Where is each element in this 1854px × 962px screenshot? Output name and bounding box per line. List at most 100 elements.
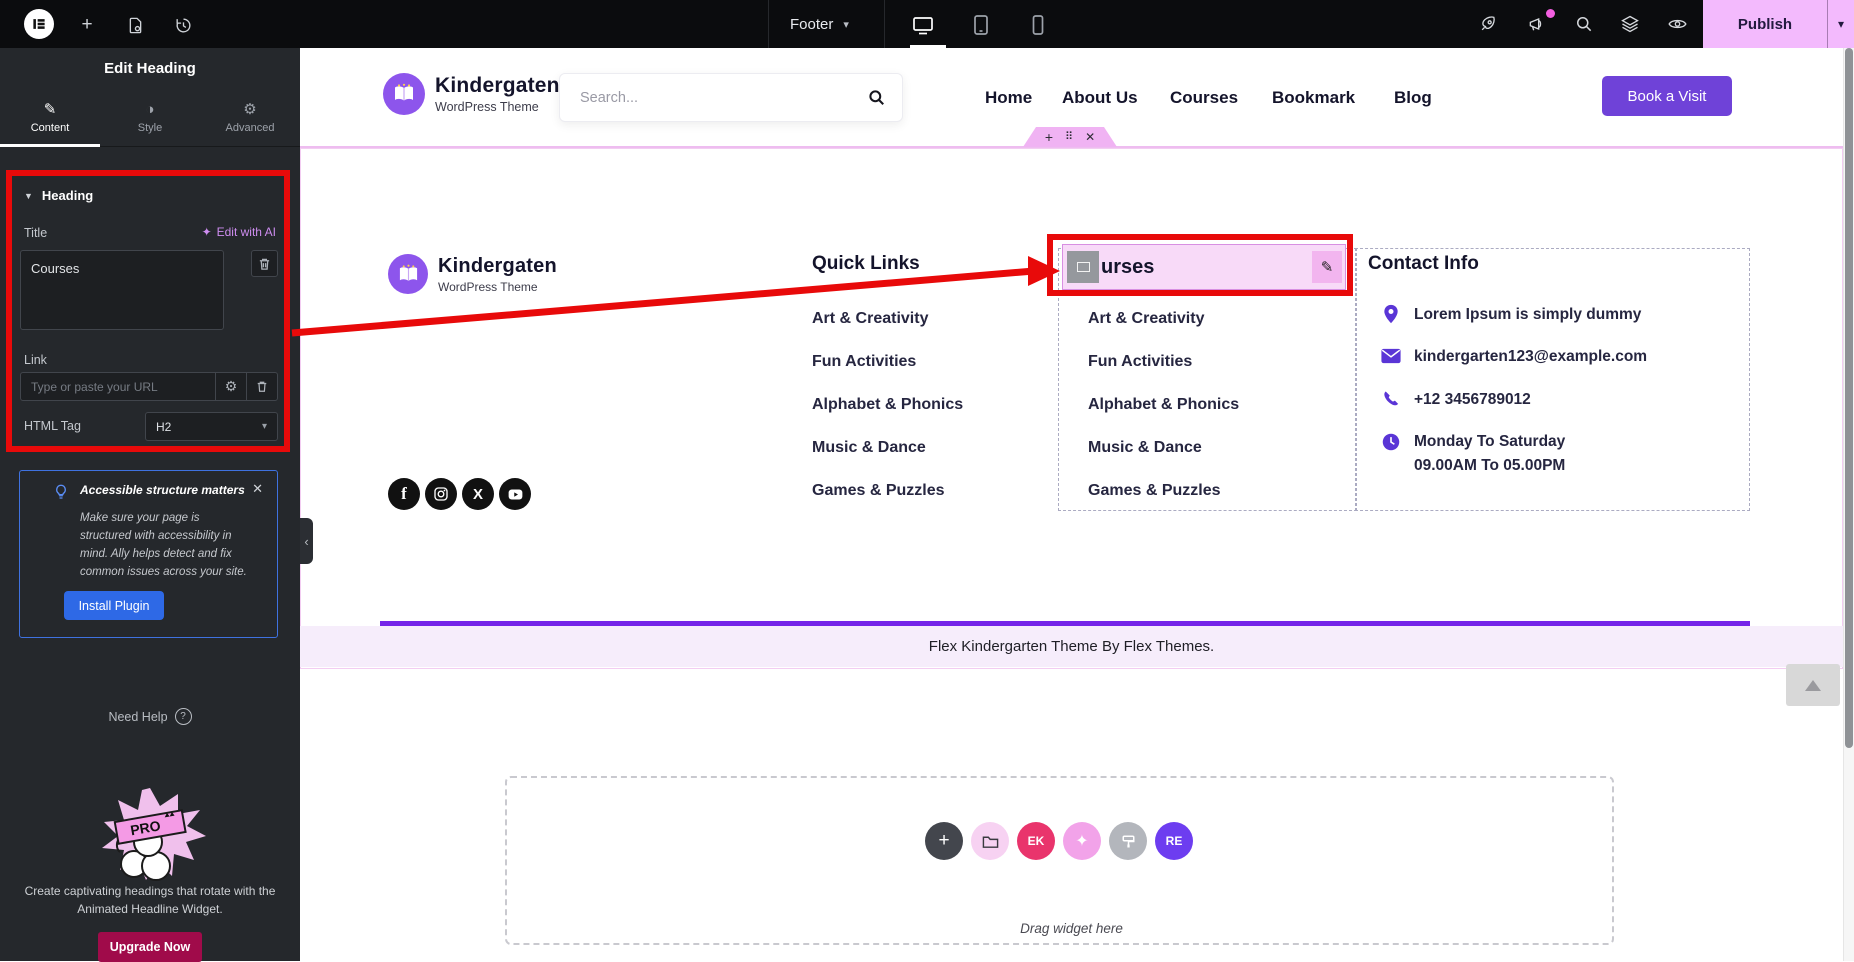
- instagram-icon[interactable]: [425, 478, 457, 510]
- title-trash-button[interactable]: [251, 250, 278, 277]
- title-input[interactable]: Courses: [20, 250, 224, 330]
- tab-advanced[interactable]: ⚙ Advanced: [200, 90, 300, 146]
- footer-link[interactable]: Art & Creativity: [1088, 310, 1204, 328]
- footer-link[interactable]: Art & Creativity: [812, 310, 928, 328]
- drag-widget-drop-zone[interactable]: [505, 776, 1614, 945]
- ai-sparkle-icon: ✦: [201, 225, 212, 239]
- upgrade-now-button[interactable]: Upgrade Now: [98, 932, 202, 962]
- footer-link[interactable]: Alphabet & Phonics: [812, 396, 963, 414]
- royal-addons-logo: RE: [1165, 834, 1183, 848]
- section-handle: + ⠿ ✕: [1023, 127, 1117, 147]
- link-url-input[interactable]: [21, 373, 215, 400]
- tab-content[interactable]: ✎ Content: [0, 90, 100, 147]
- preview-scrollbar-thumb[interactable]: [1845, 48, 1853, 748]
- phone-icon: [1384, 391, 1399, 406]
- contact-email[interactable]: kindergarten123@example.com: [1414, 348, 1647, 366]
- heading-section-toggle[interactable]: ▼ Heading: [24, 188, 93, 203]
- pencil-icon: ✎: [43, 101, 57, 118]
- quick-links-heading[interactable]: Quick Links: [812, 253, 920, 275]
- add-section-icon[interactable]: +: [1045, 130, 1053, 144]
- tab-style[interactable]: ◑ Style: [100, 90, 200, 146]
- search-input[interactable]: [560, 89, 850, 106]
- footer-logo[interactable]: Kindergaten WordPress Theme: [388, 254, 557, 294]
- device-mobile-icon[interactable]: [1025, 12, 1051, 38]
- edit-with-ai-link[interactable]: ✦ Edit with AI: [202, 225, 276, 239]
- footer-link[interactable]: Fun Activities: [812, 353, 916, 371]
- add-section-button[interactable]: +: [925, 822, 963, 860]
- nav-bookmark[interactable]: Bookmark: [1272, 88, 1355, 108]
- document-switcher[interactable]: Footer ▾: [790, 0, 849, 48]
- footer-bottom-bar: Flex Kindergarten Theme By Flex Themes.: [300, 626, 1843, 667]
- promo-text-line: Create captivating headings that rotate …: [24, 884, 276, 898]
- gear-icon: ⚙: [243, 101, 257, 118]
- close-icon[interactable]: ✕: [252, 481, 263, 497]
- youtube-icon[interactable]: [499, 478, 531, 510]
- preview-eye-icon[interactable]: [1666, 13, 1688, 35]
- brand-book-icon: [388, 254, 428, 294]
- elementskit-logo: EK: [1027, 834, 1045, 848]
- elementskit-button[interactable]: EK: [1017, 822, 1055, 860]
- brand-book-icon: [383, 73, 425, 115]
- notice-line: Make sure your page is: [80, 512, 200, 524]
- template-library-button[interactable]: [971, 822, 1009, 860]
- royal-addons-button[interactable]: RE: [1155, 822, 1193, 860]
- html-tag-value: H2: [156, 419, 172, 434]
- style-icon: ◑: [145, 101, 155, 118]
- page-settings-icon[interactable]: [124, 14, 146, 36]
- tab-style-label: Style: [137, 122, 163, 134]
- search-button[interactable]: [850, 88, 902, 107]
- nav-about-us[interactable]: About Us: [1062, 88, 1138, 108]
- publish-button[interactable]: Publish: [1703, 0, 1827, 48]
- whats-new-megaphone-icon[interactable]: [1526, 13, 1548, 35]
- nav-home[interactable]: Home: [985, 88, 1032, 108]
- footer-link[interactable]: Games & Puzzles: [812, 482, 945, 500]
- widget-drag-handle-icon[interactable]: [1067, 251, 1099, 283]
- panel-tabs: ✎ Content ◑ Style ⚙ Advanced: [0, 90, 300, 147]
- add-element-icon[interactable]: +: [76, 14, 98, 36]
- footer-link[interactable]: Music & Dance: [812, 439, 926, 457]
- panel-title: Edit Heading: [104, 60, 196, 77]
- nav-blog[interactable]: Blog: [1394, 88, 1432, 108]
- finder-search-icon[interactable]: [1573, 13, 1595, 35]
- edit-pencil-icon[interactable]: ✎: [1312, 251, 1342, 283]
- ai-sparkle-icon: ✦: [1075, 833, 1089, 850]
- html-tag-label: HTML Tag: [24, 419, 81, 433]
- footer-brand-name: Kindergaten: [438, 254, 557, 277]
- publish-options-chevron[interactable]: ▾: [1828, 0, 1854, 48]
- drag-section-icon[interactable]: ⠿: [1065, 131, 1073, 143]
- elementor-logo[interactable]: [24, 9, 54, 39]
- install-plugin-button[interactable]: Install Plugin: [64, 591, 164, 620]
- heading-inline-editor[interactable]: urses ✎: [1062, 244, 1346, 290]
- search-icon: [868, 90, 884, 105]
- device-tablet-icon[interactable]: [968, 12, 994, 38]
- footer-link[interactable]: Games & Puzzles: [1088, 482, 1221, 500]
- trash-icon: [257, 381, 267, 392]
- rocket-icon[interactable]: [1477, 13, 1499, 35]
- book-a-visit-button[interactable]: Book a Visit: [1602, 76, 1732, 116]
- x-twitter-icon[interactable]: X: [462, 478, 494, 510]
- notice-line: common issues across your site.: [80, 566, 247, 578]
- link-trash-button[interactable]: [246, 373, 277, 400]
- panel-collapse-handle[interactable]: ‹: [300, 518, 313, 564]
- brand-name: Kindergaten: [435, 74, 560, 97]
- link-settings-button[interactable]: ⚙: [215, 373, 246, 400]
- scroll-to-top-button[interactable]: [1786, 664, 1840, 706]
- nav-courses[interactable]: Courses: [1170, 88, 1238, 108]
- ai-button[interactable]: ✦: [1063, 822, 1101, 860]
- structure-layers-icon[interactable]: [1619, 13, 1641, 35]
- edited-heading-text[interactable]: urses: [1101, 256, 1154, 279]
- html-tag-select[interactable]: H2 ▾: [145, 412, 278, 441]
- device-desktop-icon[interactable]: [910, 12, 936, 38]
- delete-section-icon[interactable]: ✕: [1085, 131, 1095, 143]
- need-help-link[interactable]: Need Help ?: [0, 708, 300, 725]
- contact-phone[interactable]: +12 3456789012: [1414, 391, 1531, 409]
- footer-link[interactable]: Fun Activities: [1088, 353, 1192, 371]
- publish-button-group: Publish ▾: [1703, 0, 1854, 48]
- footer-link[interactable]: Music & Dance: [1088, 439, 1202, 457]
- clock-icon: [1382, 433, 1400, 451]
- site-logo[interactable]: Kindergaten WordPress Theme: [383, 73, 560, 115]
- footer-link[interactable]: Alphabet & Phonics: [1088, 396, 1239, 414]
- facebook-icon[interactable]: f: [388, 478, 420, 510]
- history-icon[interactable]: [172, 14, 194, 36]
- addon-button[interactable]: [1109, 822, 1147, 860]
